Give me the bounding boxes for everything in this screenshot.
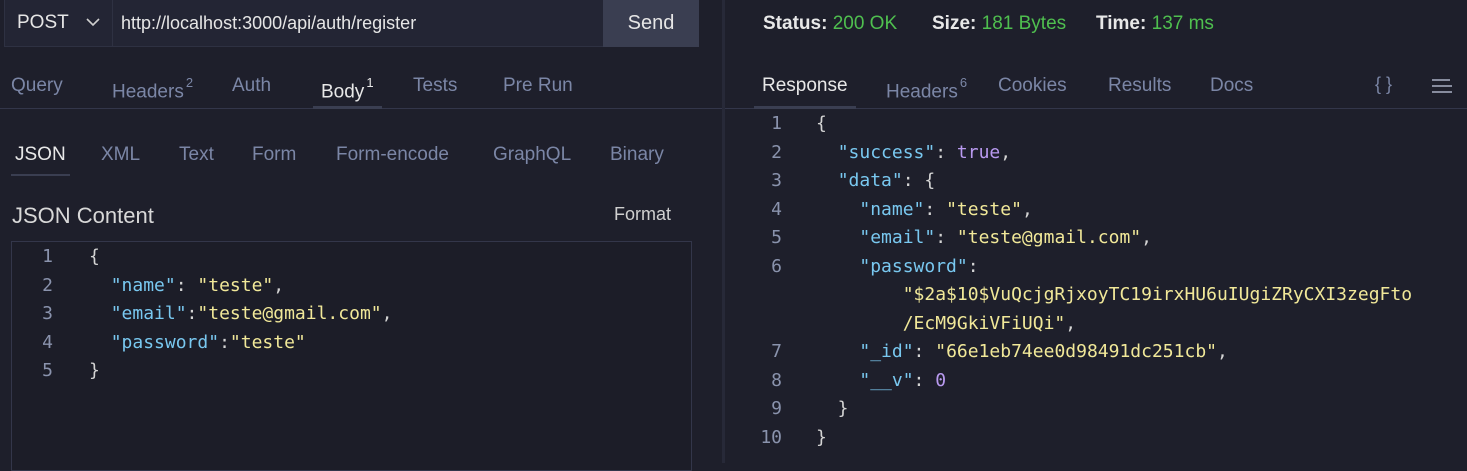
line-number: 2 bbox=[771, 141, 782, 163]
time-indicator: Time: 137 ms bbox=[1096, 13, 1214, 35]
line-number: 3 bbox=[42, 303, 53, 325]
size-value: 181 Bytes bbox=[981, 13, 1067, 34]
tab-label: Headers bbox=[886, 81, 958, 103]
code-line: "data": { bbox=[837, 170, 936, 191]
size-indicator: Size: 181 Bytes bbox=[932, 13, 1066, 35]
tab-label: Query bbox=[11, 75, 63, 96]
body-tab-form[interactable]: Form bbox=[252, 140, 296, 170]
tab-label: Tests bbox=[413, 75, 458, 96]
request-body-editor[interactable]: 1 {2 "name": "teste", 3 "email":"teste@gma… bbox=[11, 241, 692, 471]
line-number: 1 bbox=[771, 113, 782, 134]
tab-badge: 6 bbox=[959, 75, 968, 90]
method-label: POST bbox=[17, 12, 69, 33]
code-line: } bbox=[89, 360, 100, 382]
time-value: 137 ms bbox=[1151, 13, 1214, 34]
menu-icon[interactable] bbox=[1431, 78, 1453, 94]
tab-label: Headers bbox=[112, 81, 184, 103]
tab-label: Docs bbox=[1210, 75, 1254, 96]
code-line: } bbox=[816, 398, 849, 419]
method-select[interactable]: POST bbox=[5, 0, 113, 47]
line-number: 10 bbox=[760, 426, 782, 448]
response-tabs: Response Headers 6 Cookies Results Docs bbox=[725, 64, 1467, 109]
tab-badge: 1 bbox=[366, 75, 374, 90]
body-tab-json[interactable]: JSON bbox=[11, 140, 70, 176]
chevron-down-icon bbox=[86, 18, 100, 27]
body-tab-graphql[interactable]: GraphQL bbox=[493, 140, 571, 170]
line-number: 5 bbox=[42, 360, 53, 382]
code-line: { bbox=[89, 246, 100, 267]
line-number: 9 bbox=[771, 398, 782, 419]
request-tabs: Query Headers 2 Auth Body 1 Tests Pre Run bbox=[0, 64, 722, 109]
code-line: "_id": "66e1eb74ee0d98491dc251cb", bbox=[859, 341, 1228, 362]
tab-label: Results bbox=[1108, 75, 1172, 96]
tab-tests[interactable]: Tests bbox=[413, 64, 457, 108]
tab-query[interactable]: Query bbox=[11, 64, 63, 108]
response-body-viewer[interactable]: 1 {2 "success": true, 3 "data": { 4 "name":… bbox=[725, 109, 1467, 463]
tab-pre-run[interactable]: Pre Run bbox=[503, 64, 573, 108]
code-line: "__v": 0 bbox=[859, 369, 947, 391]
format-button[interactable]: Format bbox=[614, 204, 671, 225]
line-number: 1 bbox=[42, 246, 53, 267]
line-number: 6 bbox=[771, 255, 782, 277]
tab-auth[interactable]: Auth bbox=[232, 64, 271, 108]
tab-docs[interactable]: Docs bbox=[1210, 64, 1253, 108]
tab-label: Pre Run bbox=[503, 75, 573, 96]
body-tab-form-encode[interactable]: Form-encode bbox=[336, 140, 449, 170]
request-pane: POST Send Query Headers2 Auth Body1 Test… bbox=[0, 0, 722, 471]
status-indicator: Status: 200 OK bbox=[763, 13, 897, 35]
tab-response-headers[interactable]: Headers 6 bbox=[886, 64, 967, 108]
tab-label: Cookies bbox=[998, 75, 1067, 96]
code-line: } bbox=[816, 426, 827, 448]
url-input[interactable] bbox=[121, 0, 601, 47]
code-line: "success": true, bbox=[837, 141, 1012, 163]
line-number: 7 bbox=[771, 341, 782, 362]
send-button[interactable]: Send bbox=[603, 0, 699, 47]
line-number bbox=[725, 310, 782, 338]
code-line: { bbox=[816, 113, 827, 134]
body-tab-binary[interactable]: Binary bbox=[610, 140, 664, 170]
code-line: "password": bbox=[859, 255, 979, 277]
code-line: "email":"teste@gmail.com", bbox=[110, 303, 393, 325]
size-label: Size: bbox=[932, 13, 977, 34]
tab-cookies[interactable]: Cookies bbox=[998, 64, 1067, 108]
body-tab-text[interactable]: Text bbox=[179, 140, 214, 170]
line-number: 4 bbox=[771, 198, 782, 220]
tab-label: Auth bbox=[232, 75, 272, 96]
code-line: "email": "teste@gmail.com", bbox=[859, 227, 1152, 248]
request-bar: POST Send bbox=[4, 0, 699, 47]
code-line: "password":"teste" bbox=[110, 331, 306, 353]
code-line: /EcM9GkiVFiUQi", bbox=[902, 312, 1077, 334]
code-line: "name": "teste", bbox=[859, 198, 1033, 220]
line-number: 8 bbox=[771, 369, 782, 391]
line-number: 2 bbox=[42, 274, 53, 296]
body-tab-xml[interactable]: XML bbox=[101, 140, 140, 170]
tab-label: Body bbox=[321, 81, 365, 103]
status-label: Status: bbox=[763, 13, 828, 34]
line-number: 3 bbox=[771, 170, 782, 191]
tab-headers[interactable]: Headers 2 bbox=[112, 64, 193, 108]
tab-body[interactable]: Body 1 bbox=[313, 64, 382, 109]
response-pane: Status: 200 OK Size: 181 Bytes Time: 137… bbox=[725, 0, 1467, 463]
json-content-title: JSON Content bbox=[12, 203, 154, 228]
tab-badge: 2 bbox=[185, 75, 194, 90]
time-label: Time: bbox=[1096, 13, 1147, 34]
line-number bbox=[725, 281, 782, 309]
status-value: 200 OK bbox=[832, 13, 898, 34]
tab-results[interactable]: Results bbox=[1108, 64, 1171, 108]
code-line: "$2a$10$VuQcjgRjxoyTC19irxHU6uIUgiZRyCXI… bbox=[902, 284, 1413, 305]
tab-response[interactable]: Response bbox=[754, 64, 856, 109]
code-line: "name": "teste", bbox=[110, 274, 285, 296]
braces-icon[interactable]: { } bbox=[1375, 74, 1392, 95]
line-number: 4 bbox=[42, 331, 53, 353]
tab-label: Response bbox=[762, 75, 848, 96]
line-number: 5 bbox=[771, 227, 782, 248]
